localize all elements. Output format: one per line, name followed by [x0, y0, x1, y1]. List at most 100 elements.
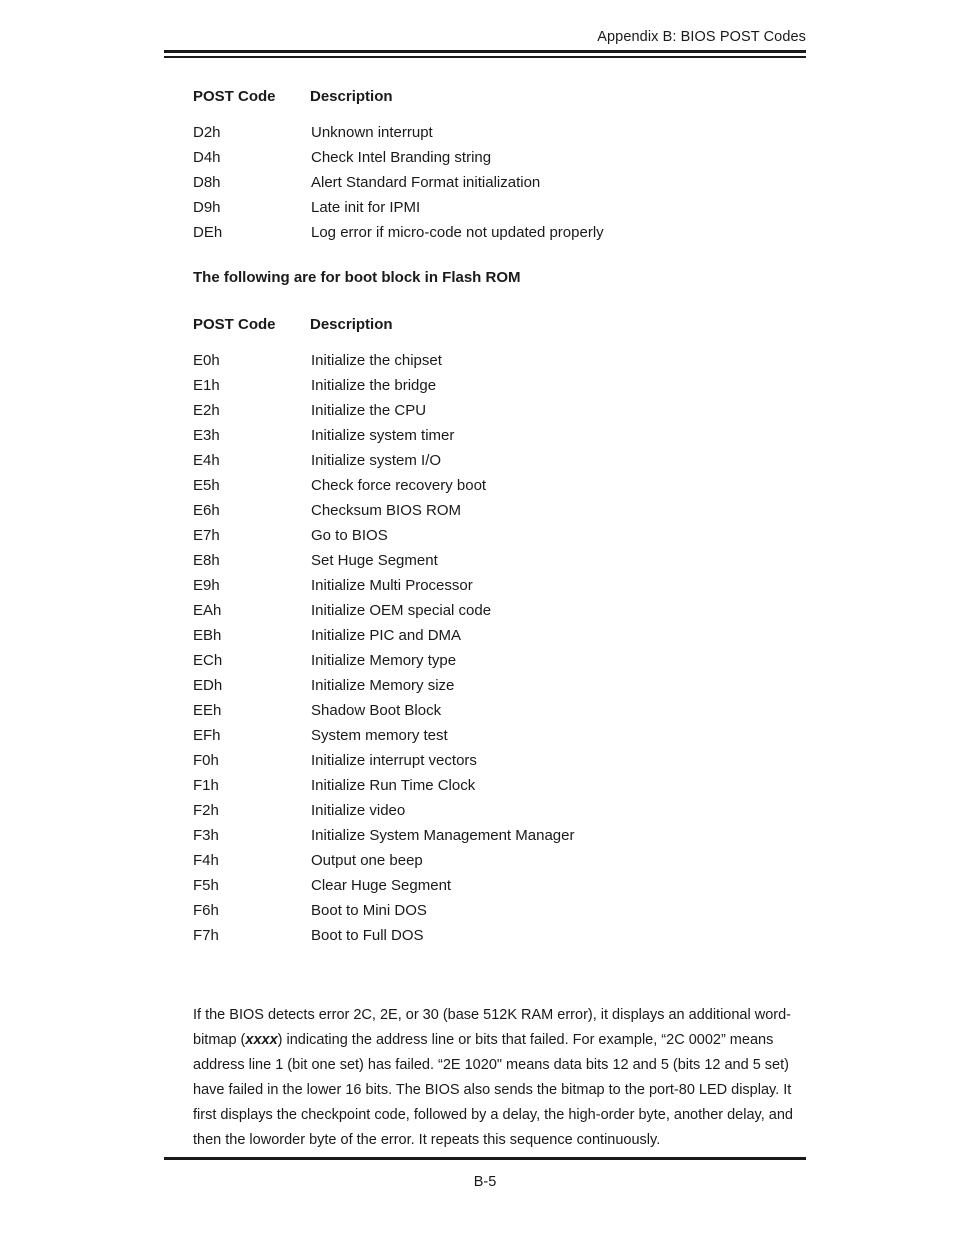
post-code-cell: EBh — [193, 627, 222, 644]
post-code-cell: F0h — [193, 752, 219, 769]
description-cell: Boot to Mini DOS — [311, 902, 427, 919]
post-code-cell: E4h — [193, 452, 220, 469]
description-cell: Go to BIOS — [311, 527, 388, 544]
post-code-cell: F3h — [193, 827, 219, 844]
post-code-cell: EDh — [193, 677, 223, 694]
table-row: EFh System memory test — [193, 723, 833, 748]
description-cell: Set Huge Segment — [311, 552, 438, 569]
table-row: DEh Log error if micro-code not updated … — [193, 220, 833, 245]
description-cell: Late init for IPMI — [311, 199, 421, 216]
post-code-cell: EAh — [193, 602, 222, 619]
table-row: E3h Initialize system timer — [193, 423, 833, 448]
table-row: E4h Initialize system I/O — [193, 448, 833, 473]
description-cell: Checksum BIOS ROM — [311, 502, 462, 519]
table-row: F6h Boot to Mini DOS — [193, 898, 833, 923]
error-bitmap-paragraph: If the BIOS detects error 2C, 2E, or 30 … — [193, 1003, 811, 1153]
description-cell: Alert Standard Format initialization — [311, 174, 541, 191]
table-row: EBh Initialize PIC and DMA — [193, 623, 833, 648]
paragraph-emphasis-xxxx: xxxx — [245, 1031, 278, 1048]
table-row: F3h Initialize System Management Manager — [193, 823, 833, 848]
description-cell: Initialize the chipset — [311, 352, 442, 369]
description-cell: Boot to Full DOS — [311, 927, 424, 944]
table-row: E0h Initialize the chipset — [193, 348, 833, 373]
description-cell: Check force recovery boot — [311, 477, 487, 494]
post-code-cell: EEh — [193, 702, 222, 719]
post-code-cell: ECh — [193, 652, 223, 669]
table-row: EAh Initialize OEM special code — [193, 598, 833, 623]
description-cell: Initialize System Management Manager — [311, 827, 575, 844]
table-row: E1h Initialize the bridge — [193, 373, 833, 398]
post-code-cell: F4h — [193, 852, 219, 869]
table-row: F4h Output one beep — [193, 848, 833, 873]
table-row: EDh Initialize Memory size — [193, 673, 833, 698]
description-cell: Initialize interrupt vectors — [311, 752, 477, 769]
description-cell: Check Intel Branding string — [311, 149, 492, 166]
post-code-cell: F2h — [193, 802, 219, 819]
header-rule-thick — [164, 50, 806, 53]
post-code-cell: D4h — [193, 149, 221, 166]
post-code-cell: E0h — [193, 352, 220, 369]
description-cell: Initialize Memory type — [311, 652, 457, 669]
post-code-cell: E3h — [193, 427, 220, 444]
page-number: B-5 — [473, 1174, 497, 1190]
description-cell: Output one beep — [311, 852, 423, 869]
footer-rule — [164, 1157, 806, 1160]
post-code-cell: DEh — [193, 224, 223, 241]
table-row: F2h Initialize video — [193, 798, 833, 823]
post-code-cell: D2h — [193, 124, 221, 141]
column-header-description: Description — [310, 316, 393, 333]
post-code-cell: E1h — [193, 377, 220, 394]
description-cell: Initialize OEM special code — [311, 602, 492, 619]
table-row: EEh Shadow Boot Block — [193, 698, 833, 723]
table-row: F0h Initialize interrupt vectors — [193, 748, 833, 773]
post-code-cell: EFh — [193, 727, 221, 744]
page-content: POST Code Description D2h Unknown interr… — [193, 86, 833, 1167]
description-cell: System memory test — [311, 727, 448, 744]
post-code-cell: E2h — [193, 402, 220, 419]
description-cell: Initialize Memory size — [311, 677, 455, 694]
table-row: F5h Clear Huge Segment — [193, 873, 833, 898]
post-code-cell: D9h — [193, 199, 221, 216]
document-page: Appendix B: BIOS POST Codes POST Code De… — [0, 0, 954, 1235]
table-row: E6h Checksum BIOS ROM — [193, 498, 833, 523]
post-code-cell: F7h — [193, 927, 219, 944]
table-row: E9h Initialize Multi Processor — [193, 573, 833, 598]
column-header-description: Description — [310, 88, 393, 105]
description-cell: Initialize Run Time Clock — [311, 777, 476, 794]
table-2-body: E0h Initialize the chipset E1h Initializ… — [193, 348, 833, 948]
table-1-body: D2h Unknown interrupt D4h Check Intel Br… — [193, 120, 833, 245]
description-cell: Initialize the CPU — [311, 402, 427, 419]
post-code-cell: E8h — [193, 552, 220, 569]
description-cell: Initialize system timer — [311, 427, 455, 444]
table-2-header-row: POST Code Description — [193, 314, 833, 336]
table-row: E7h Go to BIOS — [193, 523, 833, 548]
post-code-cell: F5h — [193, 877, 219, 894]
table-row: F1h Initialize Run Time Clock — [193, 773, 833, 798]
description-cell: Initialize system I/O — [311, 452, 442, 469]
column-header-post-code: POST Code — [193, 316, 276, 333]
description-cell: Initialize PIC and DMA — [311, 627, 462, 644]
description-cell: Unknown interrupt — [311, 124, 433, 141]
table-row: ECh Initialize Memory type — [193, 648, 833, 673]
table-row: E8h Set Huge Segment — [193, 548, 833, 573]
table-row: D9h Late init for IPMI — [193, 195, 833, 220]
table-row: E5h Check force recovery boot — [193, 473, 833, 498]
table-row: D8h Alert Standard Format initialization — [193, 170, 833, 195]
description-cell: Initialize video — [311, 802, 406, 819]
post-code-cell: E9h — [193, 577, 220, 594]
post-code-cell: E7h — [193, 527, 220, 544]
description-cell: Log error if micro-code not updated prop… — [311, 224, 604, 241]
description-cell: Clear Huge Segment — [311, 877, 452, 894]
section-note-boot-block: The following are for boot block in Flas… — [193, 269, 521, 286]
post-code-cell: D8h — [193, 174, 221, 191]
table-row: D4h Check Intel Branding string — [193, 145, 833, 170]
post-code-cell: F1h — [193, 777, 219, 794]
table-row: E2h Initialize the CPU — [193, 398, 833, 423]
post-code-cell: E5h — [193, 477, 220, 494]
description-cell: Shadow Boot Block — [311, 702, 442, 719]
description-cell: Initialize the bridge — [311, 377, 437, 394]
table-row: D2h Unknown interrupt — [193, 120, 833, 145]
